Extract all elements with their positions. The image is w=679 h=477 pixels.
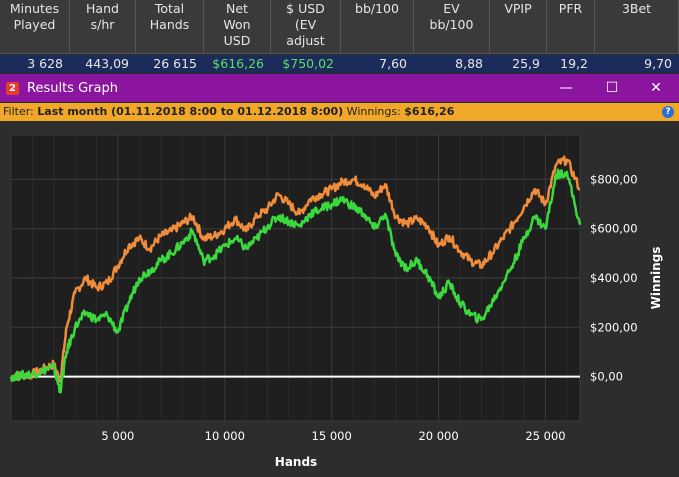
x-tick-label: 10 000 [205,429,245,443]
stats-value-cell: 443,09 [85,56,129,71]
filter-label: Filter: [3,105,38,118]
stats-header-cell[interactable]: bb/100 [341,0,414,53]
stats-value-cell: 25,9 [512,56,540,71]
stats-value-cell: 7,60 [379,56,407,71]
x-axis-label: Hands [275,455,317,469]
y-tick-label: $800,00 [590,172,638,186]
filter-bar: Filter: Last month (01.11.2018 8:00 to 0… [0,103,679,121]
x-tick-label: 15 000 [312,429,352,443]
stats-header-cell[interactable]: 3Bet [595,0,679,53]
stats-header-cell[interactable]: $ USD (EV adjust [271,0,341,53]
results-chart[interactable]: 5 000 10 000 15 000 20 000 25 000 $0,00 $200,0… [0,121,679,477]
winnings-label: Winnings: [343,105,405,118]
x-tick-label: 5 000 [101,429,134,443]
y-tick-label: $600,00 [590,222,638,236]
stats-header-cell[interactable]: EV bb/100 [414,0,490,53]
x-tick-label: 25 000 [525,429,565,443]
stats-header-cell[interactable]: Total Hands [136,0,204,53]
stats-value-cell: $616,26 [212,56,264,71]
stats-header-cell[interactable]: VPIP [490,0,547,53]
results-window-titlebar[interactable]: 2 Results Graph — ☐ ✕ [0,74,679,102]
x-tick-label: 20 000 [418,429,458,443]
stats-value-cell: 9,70 [644,56,672,71]
close-button[interactable]: ✕ [633,74,679,102]
maximize-button[interactable]: ☐ [589,74,635,102]
minimize-button[interactable]: — [543,74,589,102]
window-title: Results Graph [27,80,118,96]
stats-values-row[interactable]: 3 628 443,09 26 615 $616,26 $750,02 7,60 8,88 2… [0,55,679,73]
stats-value-cell: 8,88 [455,56,483,71]
winnings-value: $616,26 [404,105,455,118]
stats-value-cell: $750,02 [282,56,334,71]
y-tick-label: $200,00 [590,320,638,334]
stats-value-cell: 26 615 [153,56,197,71]
help-icon[interactable]: ? [662,106,674,118]
stats-header-cell[interactable]: Net Won USD [204,0,271,53]
app-icon: 2 [6,81,19,95]
y-tick-label: $400,00 [590,271,638,285]
stats-value-cell: 19,2 [560,56,588,71]
y-axis-label: Winnings [649,247,663,310]
stats-header-cell[interactable]: PFR [547,0,595,53]
stats-header-cell[interactable]: Minutes Played [0,0,70,53]
y-tick-label: $0,00 [590,370,623,384]
stats-value-cell: 3 628 [27,56,63,71]
filter-range[interactable]: Last month (01.11.2018 8:00 to 01.12.201… [37,105,343,118]
stats-header: Minutes Played Hand s/hr Total Hands Net Wo… [0,0,679,54]
results-graph-panel: 5 000 10 000 15 000 20 000 25 000 $0,00 $200,0… [0,121,679,477]
stats-header-cell[interactable]: Hand s/hr [70,0,136,53]
